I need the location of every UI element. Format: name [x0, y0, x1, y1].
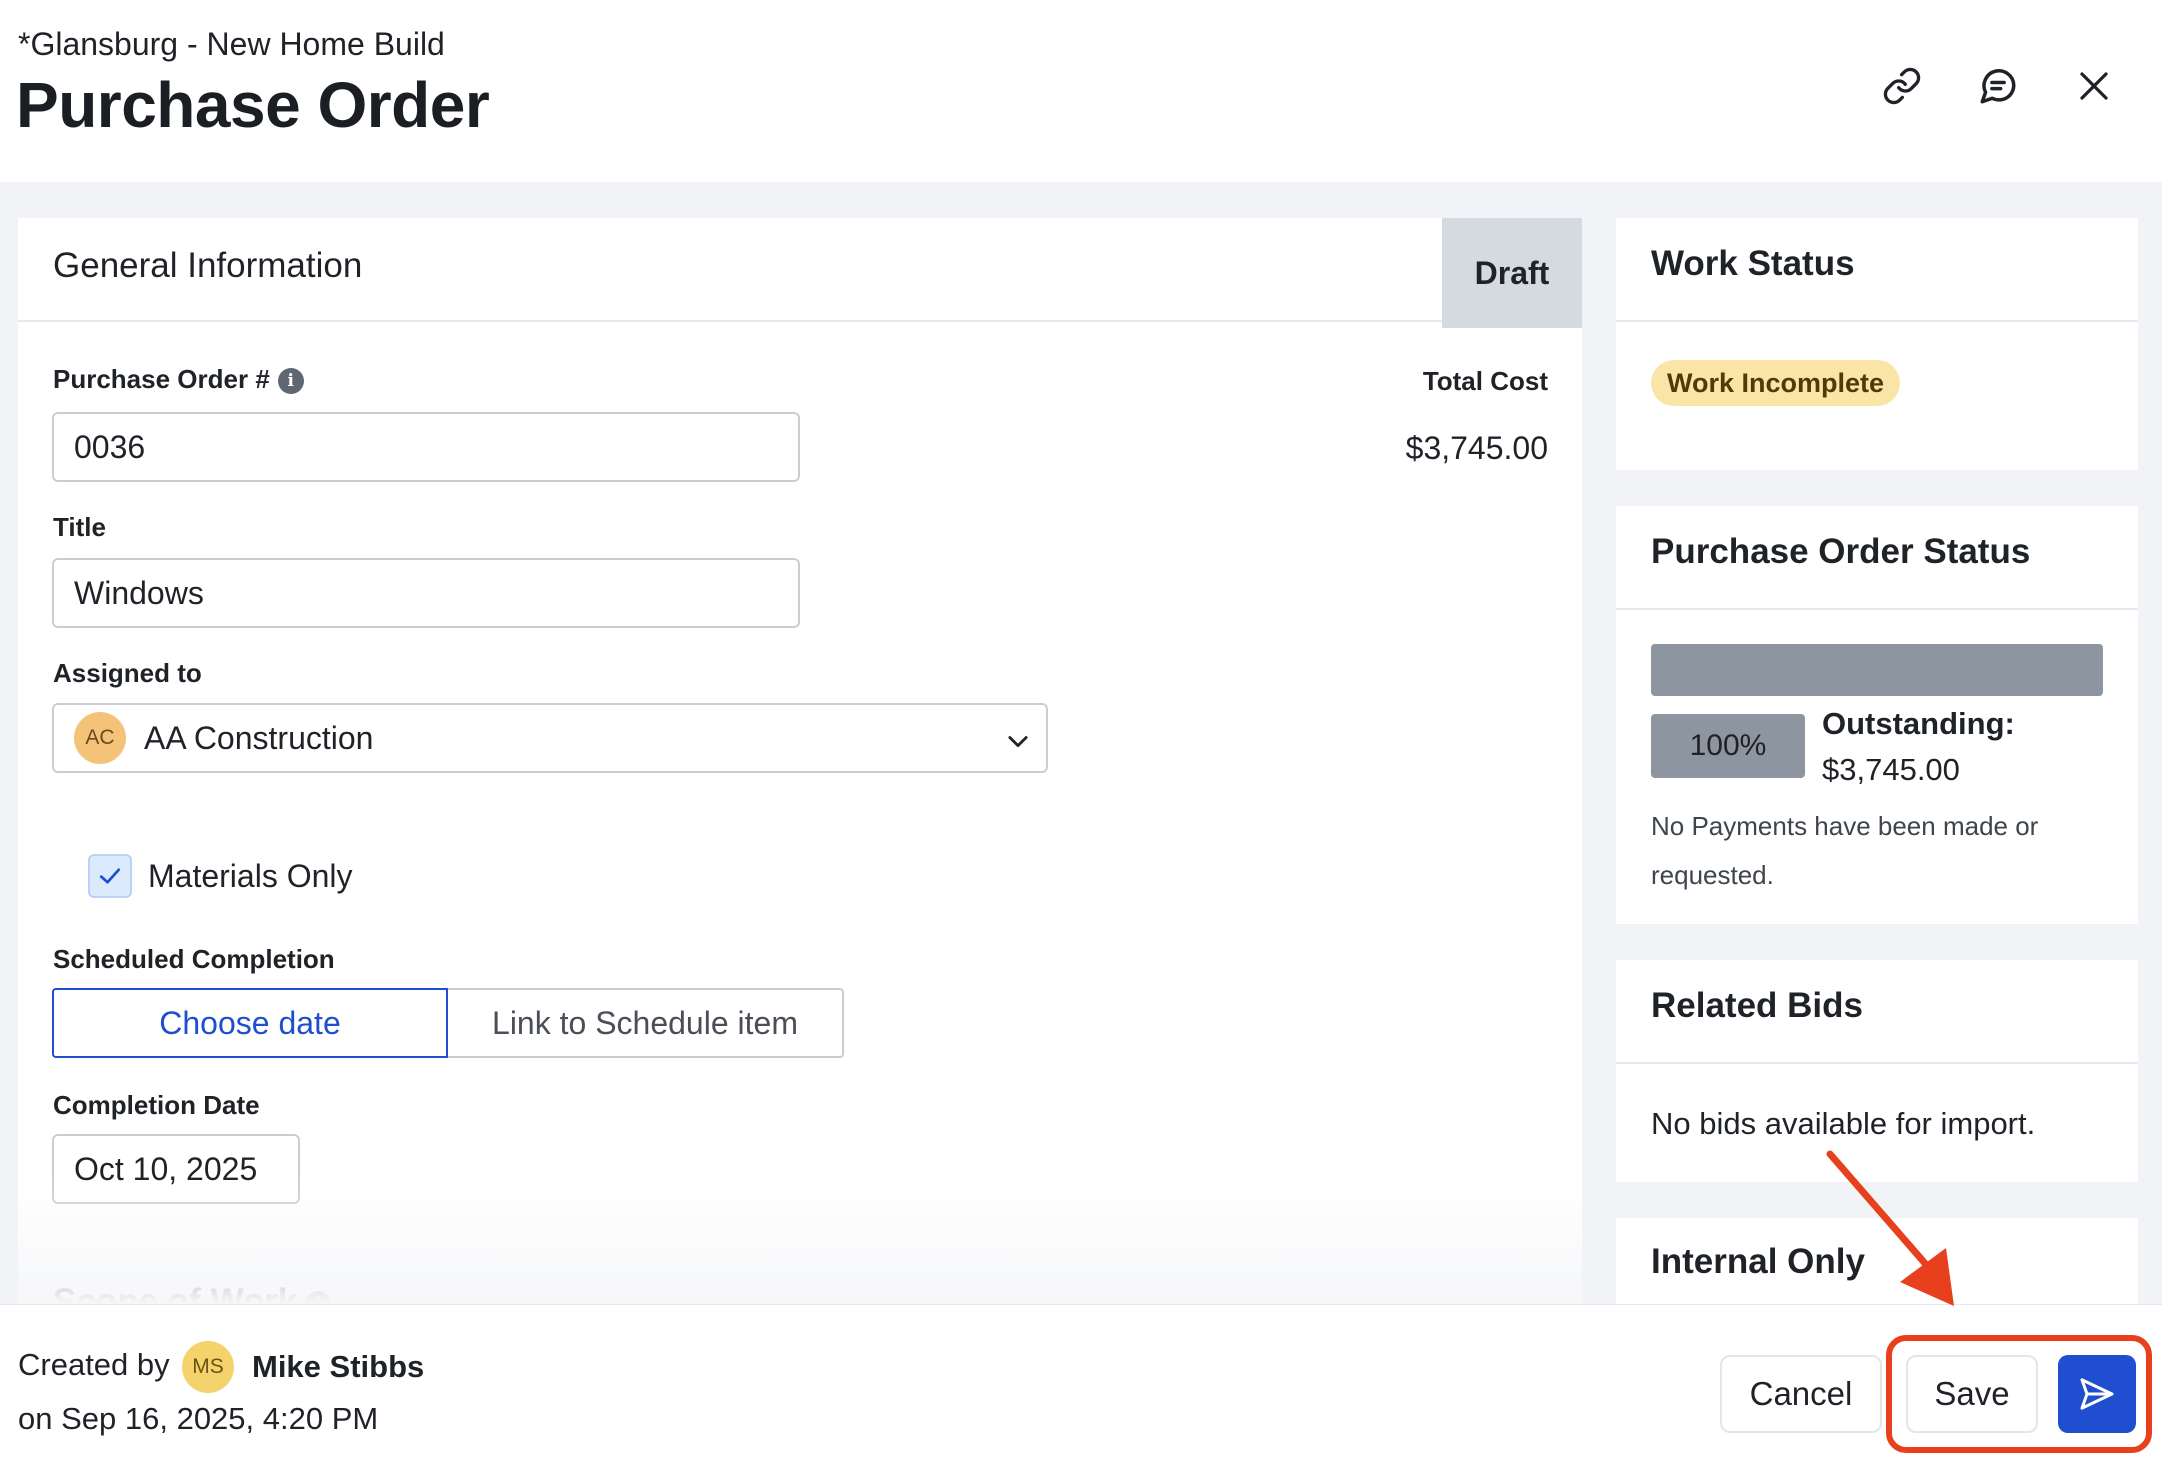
annotation-arrow	[1826, 1150, 1954, 1306]
